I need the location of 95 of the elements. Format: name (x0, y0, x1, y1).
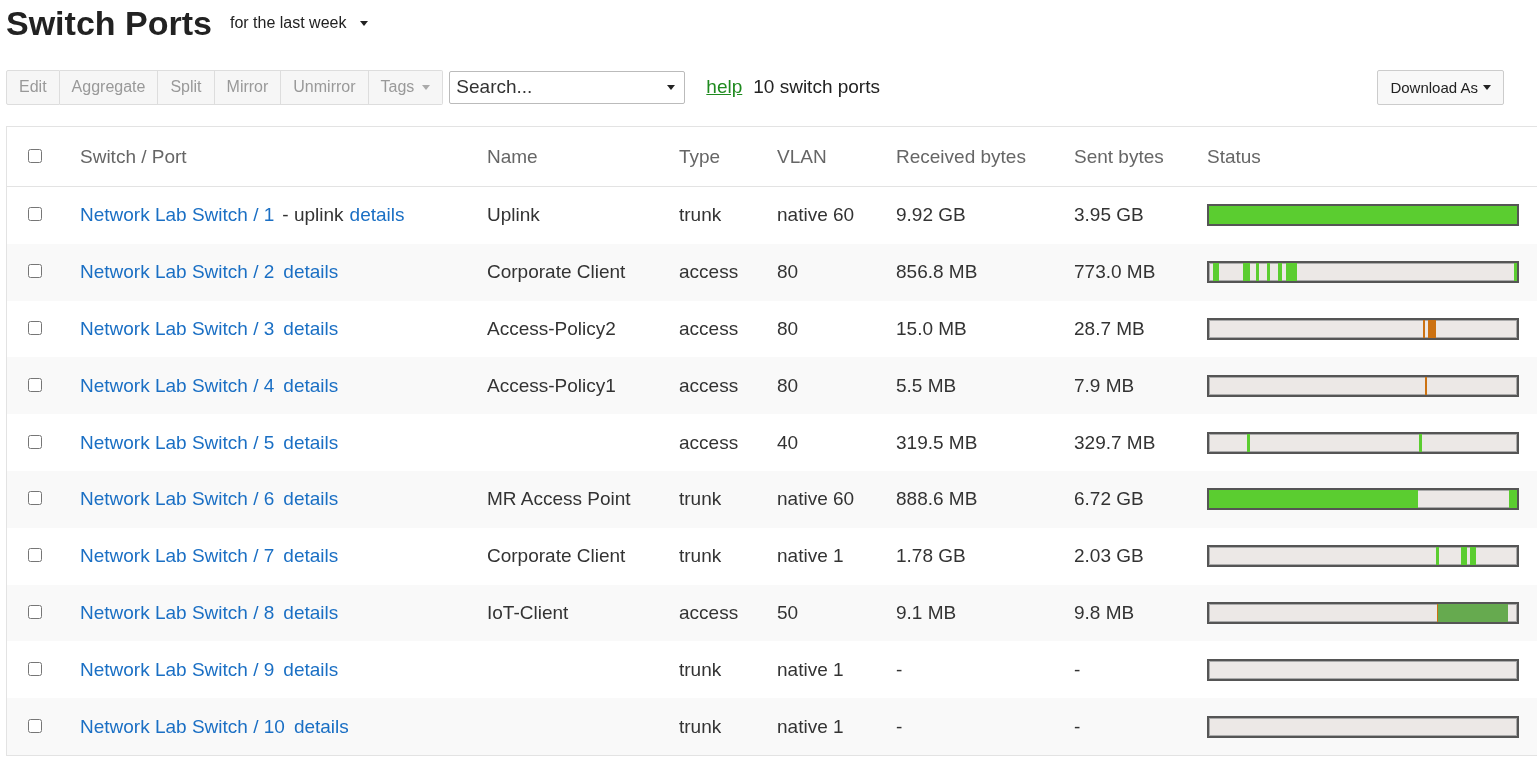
received-bytes: 15.0 MB (896, 318, 967, 339)
vlan-value: native 60 (777, 204, 855, 226)
port-link[interactable]: Network Lab Switch / 1 (80, 204, 275, 226)
port-name: IoT-Client (487, 601, 569, 623)
port-note: - uplink (282, 204, 344, 226)
column-header[interactable]: Switch / Port (80, 145, 187, 167)
port-link[interactable]: Network Lab Switch / 5 (80, 431, 275, 453)
sent-bytes: 28.7 MB (1074, 318, 1145, 339)
row-checkbox[interactable] (28, 718, 42, 733)
port-type: trunk (679, 488, 722, 510)
port-type: trunk (679, 204, 722, 226)
vlan-value: 80 (777, 318, 799, 339)
row-checkbox[interactable] (28, 264, 42, 279)
port-link[interactable]: Network Lab Switch / 7 (80, 545, 275, 567)
port-name: Uplink (487, 204, 540, 226)
details-link[interactable]: details (283, 545, 339, 567)
column-header[interactable]: Sent bytes (1074, 145, 1164, 167)
received-bytes: - (896, 658, 903, 680)
received-bytes: 5.5 MB (896, 374, 957, 396)
column-header[interactable]: Type (679, 145, 721, 167)
column-header[interactable]: Received bytes (896, 145, 1026, 167)
row-checkbox[interactable] (28, 321, 42, 335)
sent-bytes: 773.0 MB (1074, 261, 1156, 283)
vlan-value: 80 (777, 261, 799, 283)
vlan-value: 50 (777, 601, 799, 623)
port-type: access (679, 431, 739, 453)
port-type: trunk (679, 658, 722, 680)
details-link[interactable]: details (283, 431, 339, 453)
vlan-value: native 60 (777, 488, 855, 510)
received-bytes: 1.78 GB (896, 545, 966, 567)
details-link[interactable]: details (283, 318, 339, 339)
received-bytes: 856.8 MB (896, 261, 978, 283)
port-type: access (679, 601, 739, 623)
port-type: trunk (679, 545, 722, 567)
sent-bytes: 9.8 MB (1074, 601, 1135, 623)
details-link[interactable]: details (283, 488, 339, 510)
sent-bytes: - (1074, 658, 1081, 680)
received-bytes: 319.5 MB (896, 431, 978, 453)
column-header[interactable]: VLAN (777, 145, 827, 167)
details-link[interactable]: details (283, 261, 339, 283)
port-link[interactable]: Network Lab Switch / 6 (80, 488, 275, 510)
row-checkbox[interactable] (28, 548, 42, 563)
column-header[interactable]: Status (1207, 145, 1261, 167)
caret-icon (667, 84, 676, 90)
vlan-value: native 1 (777, 658, 844, 680)
details-link[interactable]: details (293, 715, 349, 737)
received-bytes: - (896, 715, 903, 737)
port-type: access (679, 318, 739, 339)
details-link[interactable]: details (283, 374, 339, 396)
row-checkbox[interactable] (28, 377, 42, 392)
caret-icon (360, 20, 369, 26)
port-count: 10 switch ports (753, 76, 880, 98)
vlan-value: native 1 (777, 545, 844, 567)
vlan-value: native 1 (777, 715, 844, 737)
port-link[interactable]: Network Lab Switch / 10 (80, 715, 285, 737)
port-link[interactable]: Network Lab Switch / 3 (80, 318, 275, 339)
received-bytes: 9.1 MB (896, 601, 957, 623)
port-name: Corporate Client (487, 545, 626, 567)
page-title: Switch Ports (6, 3, 212, 43)
port-link[interactable]: Network Lab Switch / 9 (80, 658, 275, 680)
port-name: Corporate Client (487, 261, 626, 283)
port-type: access (679, 261, 739, 283)
port-name: Access-Policy2 (487, 318, 616, 339)
row-checkbox[interactable] (28, 491, 42, 506)
help-link[interactable]: help (706, 76, 743, 98)
port-name: Access-Policy1 (487, 374, 616, 396)
search-field[interactable]: Search... (449, 70, 686, 104)
received-bytes: 888.6 MB (896, 488, 978, 510)
details-link[interactable]: details (283, 658, 339, 680)
port-link[interactable]: Network Lab Switch / 4 (80, 374, 275, 396)
vlan-value: 40 (777, 431, 799, 453)
port-type: trunk (679, 715, 722, 737)
vlan-value: 80 (777, 374, 799, 396)
sent-bytes: - (1074, 715, 1081, 737)
sent-bytes: 329.7 MB (1074, 431, 1156, 453)
port-name: MR Access Point (487, 488, 631, 510)
row-checkbox[interactable] (28, 604, 42, 619)
row-checkbox[interactable] (28, 661, 42, 676)
details-link[interactable]: details (283, 601, 339, 623)
received-bytes: 9.92 GB (896, 204, 966, 226)
sent-bytes: 3.95 GB (1074, 204, 1144, 226)
details-link[interactable]: details (349, 204, 405, 226)
caret-icon (1483, 84, 1491, 90)
row-checkbox[interactable] (28, 434, 42, 449)
port-type: access (679, 374, 739, 396)
port-link[interactable]: Network Lab Switch / 2 (80, 261, 275, 283)
sent-bytes: 2.03 GB (1074, 545, 1144, 567)
select-all-checkbox[interactable] (28, 148, 42, 163)
port-link[interactable]: Network Lab Switch / 8 (80, 601, 275, 623)
row-checkbox[interactable] (28, 207, 42, 222)
time-range-dropdown[interactable]: for the last week (229, 14, 369, 32)
sent-bytes: 7.9 MB (1074, 374, 1135, 396)
sent-bytes: 6.72 GB (1074, 488, 1144, 510)
column-header[interactable]: Name (487, 145, 538, 167)
download-button[interactable]: Download As (1377, 69, 1504, 105)
